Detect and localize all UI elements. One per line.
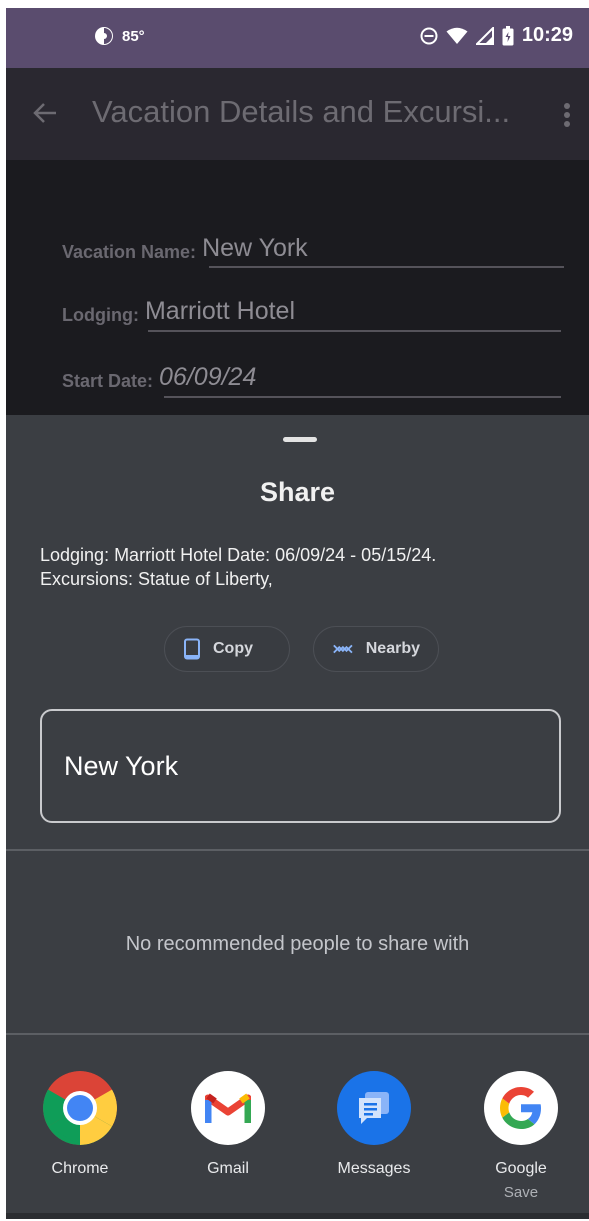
share-apps-row: Chrome Gmail Messages Google Save — [6, 1035, 589, 1219]
phone-screen: 85° 10:29 Vacation Details and Excursi..… — [6, 8, 589, 1219]
temperature-text: 85° — [122, 27, 145, 45]
share-target-gmail[interactable]: Gmail — [173, 1071, 283, 1179]
navigation-edge — [6, 1213, 589, 1219]
chrome-label: Chrome — [51, 1160, 109, 1177]
back-arrow-icon[interactable] — [32, 100, 58, 126]
wifi-icon — [446, 27, 468, 44]
share-title: Share — [259, 477, 336, 507]
status-right: 10:29 — [420, 24, 573, 47]
drag-handle[interactable] — [283, 437, 317, 442]
google-sublabel: Save — [503, 1184, 539, 1201]
messages-icon — [337, 1071, 411, 1145]
start-date-underline — [164, 396, 561, 398]
start-date-field[interactable]: 06/09/24 — [159, 363, 256, 392]
battery-icon — [502, 25, 514, 45]
no-recommended-people-text: No recommended people to share with — [125, 933, 470, 955]
vacation-name-row: Vacation Name: New York — [62, 234, 308, 263]
nearby-label: Nearby — [365, 640, 420, 657]
nearby-share-icon — [333, 644, 353, 654]
shared-text-line-2: Excursions: Statue of Liberty, — [40, 569, 273, 589]
page-title: Vacation Details and Excursi... — [92, 94, 511, 129]
copy-button[interactable]: Copy — [164, 626, 290, 672]
signal-icon — [475, 26, 494, 45]
vacation-name-underline — [209, 266, 564, 268]
lodging-row: Lodging: Marriott Hotel — [62, 297, 295, 326]
start-date-label: Start Date: — [62, 371, 154, 391]
shared-text-preview: Lodging: Marriott Hotel Date: 06/09/24 -… — [40, 543, 560, 591]
weather-icon — [95, 27, 113, 45]
lodging-field[interactable]: Marriott Hotel — [145, 297, 295, 326]
share-sheet: Share Lodging: Marriott Hotel Date: 06/0… — [6, 415, 589, 1219]
lodging-label: Lodging: — [62, 305, 139, 325]
divider-top — [6, 849, 589, 851]
app-bar: Vacation Details and Excursi... — [6, 68, 589, 160]
share-content-title: New York — [64, 751, 179, 781]
clock-text: 10:29 — [521, 24, 573, 46]
share-target-messages[interactable]: Messages — [319, 1071, 429, 1179]
gmail-label: Gmail — [207, 1160, 249, 1177]
chrome-icon — [43, 1071, 117, 1145]
status-bar: 85° 10:29 — [6, 8, 589, 68]
start-date-row: Start Date: 06/09/24 — [62, 363, 256, 392]
nearby-share-button[interactable]: Nearby — [313, 626, 439, 672]
vacation-form: Vacation Name: New York Lodging: Marriot… — [6, 160, 589, 415]
lodging-underline — [148, 330, 561, 332]
messages-label: Messages — [337, 1160, 411, 1177]
more-options-icon[interactable] — [563, 102, 571, 128]
copy-label: Copy — [213, 640, 253, 657]
gmail-icon — [191, 1071, 265, 1145]
shared-text-line-1: Lodging: Marriott Hotel Date: 06/09/24 -… — [40, 545, 437, 565]
google-label: Google — [495, 1160, 547, 1177]
do-not-disturb-icon — [420, 27, 438, 44]
status-left: 85° — [94, 26, 145, 46]
google-icon — [484, 1071, 558, 1145]
share-content-title-box: New York — [40, 709, 561, 823]
share-target-google-save[interactable]: Google Save — [466, 1071, 576, 1203]
copy-icon — [184, 638, 200, 660]
vacation-name-label: Vacation Name: — [62, 242, 197, 262]
share-target-chrome[interactable]: Chrome — [25, 1071, 135, 1179]
vacation-name-field[interactable]: New York — [202, 234, 308, 263]
